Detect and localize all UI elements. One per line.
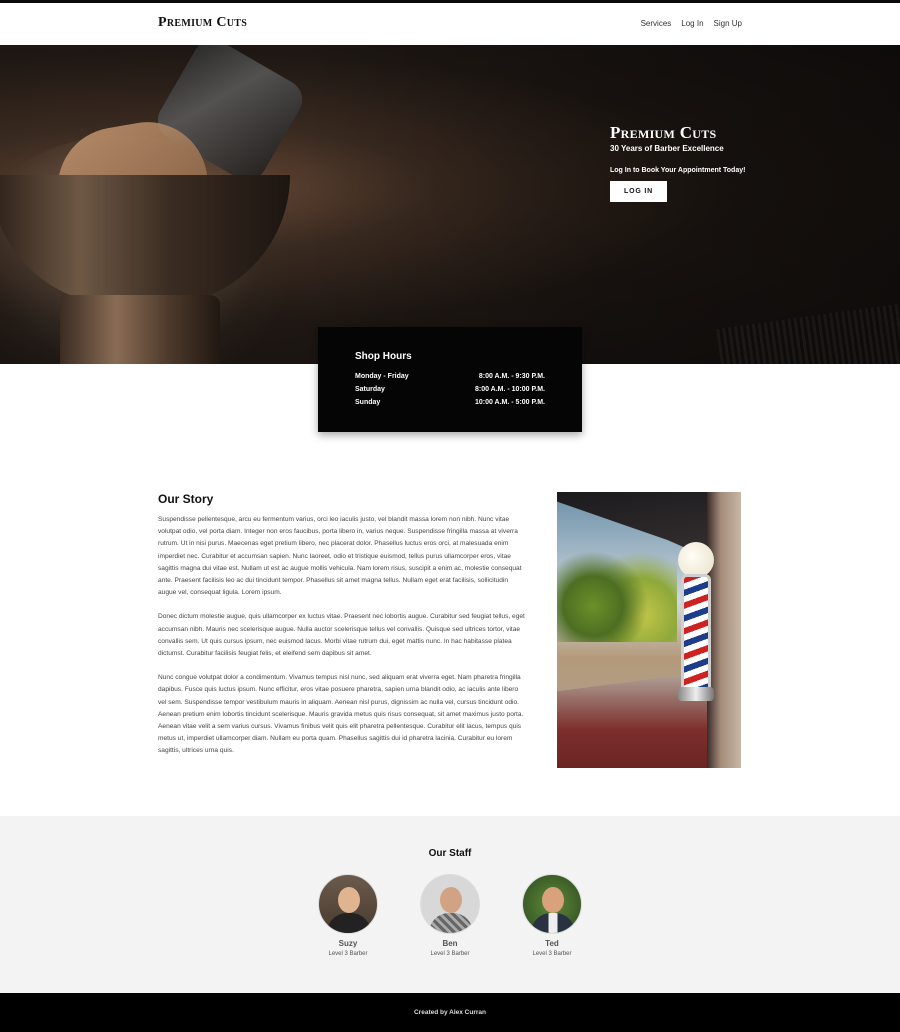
staff-member-ted: Ted Level 3 Barber (512, 874, 592, 957)
avatar-face (542, 887, 564, 913)
barber-pole-base (678, 687, 714, 701)
avatar-body (429, 913, 473, 933)
shop-hours-card: Shop Hours Monday - Friday 8:00 A.M. - 9… (318, 327, 582, 432)
story-paragraph: Nunc congue volutpat dolor a condimentum… (158, 674, 524, 755)
hero-title: Premium Cuts (610, 123, 717, 142)
barber-pole-photo (557, 492, 741, 768)
site-footer: Created by Alex Curran (0, 993, 900, 1032)
hero-content: Premium Cuts 30 Years of Barber Excellen… (610, 123, 745, 202)
staff-role: Level 3 Barber (430, 951, 470, 957)
nav-login-link[interactable]: Log In (681, 19, 703, 28)
bowl-stand-image (60, 295, 220, 364)
staff-member-suzy: Suzy Level 3 Barber (308, 874, 388, 957)
staff-section: Our Staff Suzy Level 3 Barber Ben Level … (0, 816, 900, 993)
photo-wall (707, 492, 741, 768)
shop-hours-title: Shop Hours (355, 351, 412, 362)
site-header: Premium Cuts Services Log In Sign Up (0, 3, 900, 45)
hours-time: 8:00 A.M. - 10:00 P.M. (474, 386, 545, 393)
main-nav: Services Log In Sign Up (641, 19, 742, 28)
footer-credit: Created by Alex Curran (413, 1009, 486, 1016)
story-title: Our Story (158, 492, 214, 506)
nav-signup-link[interactable]: Sign Up (714, 19, 742, 28)
nav-services-link[interactable]: Services (641, 19, 672, 28)
barber-pole-globe (678, 542, 714, 578)
hero-banner: Premium Cuts 30 Years of Barber Excellen… (0, 45, 900, 364)
barber-pole-icon (681, 574, 711, 694)
staff-role: Level 3 Barber (532, 951, 572, 957)
avatar-body (327, 913, 371, 933)
staff-name: Ben (442, 939, 458, 948)
hero-subtitle: 30 Years of Barber Excellence (610, 144, 724, 153)
avatar-body (531, 913, 575, 933)
story-paragraph: Suspendisse pellentesque, arcu eu fermen… (158, 516, 522, 597)
photo-trees (557, 552, 677, 642)
avatar (420, 874, 480, 934)
staff-member-ben: Ben Level 3 Barber (410, 874, 490, 957)
hero-cta-text: Log In to Book Your Appointment Today! (610, 167, 746, 174)
hours-day: Monday - Friday (355, 373, 409, 380)
story-body: Suspendisse pellentesque, arcu eu fermen… (158, 514, 528, 770)
story-paragraph: Donec dictum molestie augue, quis ullamc… (158, 613, 525, 658)
hero-login-button[interactable]: LOG IN (610, 181, 667, 202)
avatar (318, 874, 378, 934)
hero-overlay (300, 45, 900, 364)
staff-title: Our Staff (428, 848, 472, 859)
staff-name: Ted (545, 939, 559, 948)
brand-logo[interactable]: Premium Cuts (158, 15, 247, 31)
hours-time: 8:00 A.M. - 9:30 P.M. (478, 373, 545, 380)
avatar (522, 874, 582, 934)
hours-time: 10:00 A.M. - 5:00 P.M. (474, 399, 545, 406)
staff-name: Suzy (338, 939, 358, 948)
hours-day: Saturday (355, 386, 385, 393)
avatar-face (338, 887, 360, 913)
staff-role: Level 3 Barber (328, 951, 368, 957)
hours-day: Sunday (355, 399, 381, 406)
avatar-face (440, 887, 462, 913)
